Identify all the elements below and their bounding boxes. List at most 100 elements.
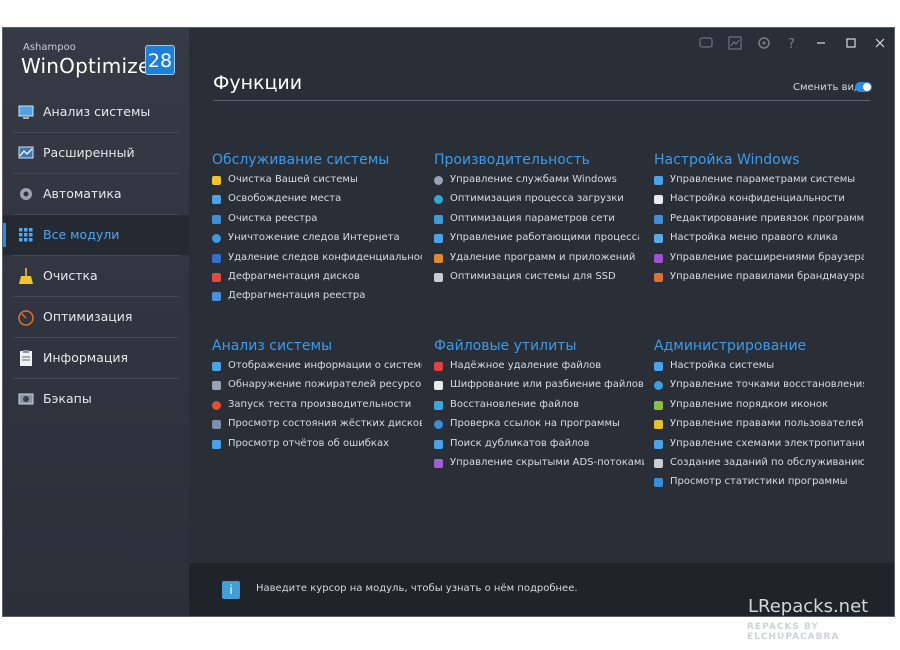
title-divider (213, 100, 870, 101)
module-item[interactable]: Удаление программ и приложений (434, 252, 639, 271)
page-title: Функции (213, 72, 303, 94)
shield-icon (212, 253, 221, 263)
module-item[interactable]: Оптимизация процесса загрузки (434, 193, 639, 212)
browser-extension-icon (654, 253, 663, 263)
module-item[interactable]: Уничтожение следов Интернета (212, 232, 422, 251)
disk-health-icon (212, 420, 221, 430)
module-item[interactable]: Просмотр отчётов об ошибках (212, 438, 422, 457)
section-title: Обслуживание системы (212, 152, 390, 168)
broom-icon (19, 268, 33, 284)
system-tweak-icon (654, 362, 663, 371)
minimize-icon[interactable] (813, 35, 829, 51)
module-item[interactable]: Оптимизация системы для SSD (434, 271, 639, 290)
module-item[interactable]: Управление правами пользователей (654, 418, 864, 437)
module-item[interactable]: Очистка Вашей системы (212, 174, 422, 193)
module-item[interactable]: Управление правилами брандмауэра (654, 271, 864, 290)
module-item[interactable]: Дефрагментация реестра (212, 290, 422, 309)
system-info-icon (212, 362, 221, 371)
system-settings-icon (654, 176, 663, 185)
module-item[interactable]: Настройка меню правого клика (654, 232, 864, 251)
section-title: Администрирование (654, 338, 807, 354)
module-item[interactable]: Управление скрытыми ADS-потоками (434, 457, 644, 476)
sidebar-item-backups[interactable]: Бэкапы (3, 379, 189, 419)
module-item[interactable]: Настройка системы (654, 360, 864, 379)
sidebar-item-optimization[interactable]: Оптимизация (3, 297, 189, 337)
module-item[interactable]: Восстановление файлов (434, 399, 644, 418)
module-item[interactable]: Поиск дубликатов файлов (434, 438, 644, 457)
module-item[interactable]: Управление порядком иконок (654, 399, 864, 418)
defrag-registry-icon (212, 292, 221, 302)
help-icon[interactable]: ? (784, 35, 800, 51)
privacy-icon (654, 195, 663, 205)
sidebar-item-automation[interactable]: Автоматика (3, 174, 189, 214)
section-title: Настройка Windows (654, 152, 800, 168)
broom-icon (212, 176, 221, 185)
module-item[interactable]: Просмотр статистики программы (654, 476, 864, 495)
watermark-credit: REPACKS BY ELCHUPACABRA (747, 622, 840, 642)
watermark-site: LRepacks.net (748, 596, 869, 617)
module-item[interactable]: Управление точками восстановления (654, 379, 864, 398)
benchmark-icon (212, 400, 221, 410)
grid-icon (19, 228, 33, 242)
duplicate-finder-icon (434, 439, 443, 449)
module-item[interactable]: Очистка реестра (212, 213, 422, 232)
file-wiper-icon (434, 362, 443, 371)
ssd-icon (434, 272, 443, 282)
section-administration: Администрирование Настройка системы Упра… (654, 338, 864, 496)
module-item[interactable]: Создание заданий по обслуживанию (654, 457, 864, 476)
sidebar-item-analysis[interactable]: Анализ системы (3, 92, 189, 132)
sidebar-item-advanced[interactable]: Расширенный (3, 133, 189, 173)
module-item[interactable]: Надёжное удаление файлов (434, 360, 644, 379)
section-windows-settings: Настройка Windows Управление параметрами… (654, 152, 864, 290)
settings-icon[interactable] (756, 35, 772, 51)
module-item[interactable]: Управление схемами электропитания (654, 438, 864, 457)
module-item[interactable]: Оптимизация параметров сети (434, 213, 639, 232)
module-item[interactable]: Отображение информации о системе (212, 360, 422, 379)
module-item[interactable]: Удаление следов конфиденциальности (212, 252, 422, 271)
module-item[interactable]: Обнаружение пожирателей ресурсов (212, 379, 422, 398)
module-item[interactable]: Редактирование привязок программ (654, 213, 864, 232)
module-item[interactable]: Проверка ссылок на программы (434, 418, 644, 437)
info-icon: i (222, 581, 240, 599)
module-item[interactable]: Управление службами Windows (434, 174, 639, 193)
section-title: Файловые утилиты (434, 338, 577, 354)
toggle-view-switch[interactable] (855, 82, 872, 92)
sidebar-nav: Анализ системы Расширенный Автоматика Вс… (3, 92, 189, 419)
process-icon (434, 234, 443, 244)
module-item[interactable]: Освобождение места (212, 193, 422, 212)
module-item[interactable]: Просмотр состояния жёстких дисков (212, 418, 422, 437)
logo-version-badge: 28 (145, 45, 175, 75)
sidebar-item-information[interactable]: Информация (3, 338, 189, 378)
logo-product-name: WinOptimizer (21, 54, 159, 78)
close-icon[interactable] (872, 35, 888, 51)
module-item[interactable]: Настройка конфиденциальности (654, 193, 864, 212)
maximize-icon[interactable] (843, 35, 859, 51)
gear-icon (20, 188, 32, 200)
app-logo: Ashampoo WinOptimizer 28 (19, 42, 179, 88)
news-icon[interactable] (727, 35, 743, 51)
sidebar-item-label: Анализ системы (43, 104, 151, 119)
sidebar-item-cleaning[interactable]: Очистка (3, 256, 189, 296)
module-item[interactable]: Управление расширениями браузера (654, 252, 864, 271)
module-item[interactable]: Управление параметрами системы (654, 174, 864, 193)
drive-icon (212, 195, 221, 205)
clipboard-icon (20, 350, 32, 366)
feedback-icon[interactable] (698, 35, 714, 51)
title-bar: ? (189, 28, 894, 58)
ads-stream-icon (434, 458, 443, 468)
sidebar-item-label: Автоматика (43, 186, 122, 201)
network-icon (434, 214, 443, 224)
firewall-icon (654, 272, 663, 282)
restore-point-icon (654, 381, 663, 391)
sidebar-item-label: Оптимизация (43, 309, 133, 324)
module-item[interactable]: Шифрование или разбиение файлов (434, 379, 644, 398)
module-item[interactable]: Управление работающими процессами (434, 232, 639, 251)
undelete-icon (434, 400, 443, 410)
sidebar-item-all-modules[interactable]: Все модули (3, 215, 189, 255)
module-item[interactable]: Дефрагментация дисков (212, 271, 422, 290)
error-report-icon (212, 439, 221, 449)
link-check-icon (434, 420, 443, 430)
module-item[interactable]: Запуск теста производительности (212, 399, 422, 418)
chart-icon (18, 146, 34, 159)
uninstall-icon (434, 253, 443, 263)
